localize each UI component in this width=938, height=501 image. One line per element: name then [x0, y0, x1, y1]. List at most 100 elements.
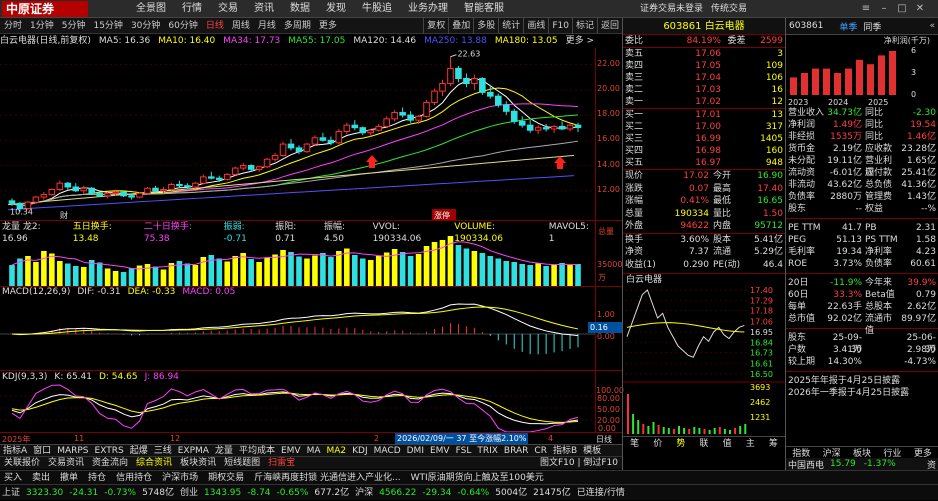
mini-tab-4[interactable]: 值 — [716, 436, 739, 449]
maximize-icon[interactable]: □ — [896, 3, 908, 15]
trade-link-4[interactable]: 信用持仓 — [116, 471, 152, 485]
bottom-tab-6[interactable]: 扫雷宝 — [268, 457, 295, 470]
perf-value: 22.63手 — [827, 302, 862, 312]
period-2[interactable]: 5分钟 — [62, 18, 86, 34]
indicator-tab-19[interactable]: CR — [534, 445, 547, 457]
chart-tool-0[interactable]: 复权 — [423, 18, 448, 34]
profit-year-label: 2024 — [828, 98, 848, 107]
indicator-tab-12[interactable]: KDJ — [352, 445, 368, 457]
period-4[interactable]: 30分钟 — [131, 18, 160, 34]
sh-label[interactable]: 上证 — [2, 485, 20, 501]
trade-link-3[interactable]: 持仓 — [88, 471, 106, 485]
period-3[interactable]: 15分钟 — [93, 18, 122, 34]
indicator-tab-20[interactable]: 指标B — [553, 445, 577, 457]
chart-tool-3[interactable]: 统计 — [498, 18, 523, 34]
kdj-chart[interactable] — [0, 384, 595, 432]
bottom-tab-4[interactable]: 板块资讯 — [180, 457, 216, 470]
mini-tab-2[interactable]: 势 — [669, 436, 692, 449]
classic-trade-link[interactable]: 传统交易 — [711, 0, 747, 18]
trade-login-link[interactable]: 证券交易未登录 — [640, 0, 703, 18]
period-10[interactable]: 更多 — [319, 18, 337, 34]
volume-chart[interactable] — [0, 232, 595, 286]
f10-tabs[interactable]: 图文F10 | 倒过F10 — [540, 457, 618, 470]
indicator-tab-4[interactable]: 起爆 — [130, 445, 148, 457]
indicator-tab-14[interactable]: DMI — [407, 445, 424, 457]
mini-tab-6[interactable]: 筹 — [762, 436, 785, 449]
bottom-tab-0[interactable]: 关联报价 — [4, 457, 40, 470]
indicator-tab-11[interactable]: MA2 — [326, 445, 346, 457]
trade-link-1[interactable]: 卖出 — [32, 471, 50, 485]
indicator-tab-16[interactable]: FSL — [456, 445, 472, 457]
mini-tab-5[interactable]: 主 — [739, 436, 762, 449]
period-9[interactable]: 多周期 — [284, 18, 311, 34]
period-1[interactable]: 1分钟 — [30, 18, 54, 34]
period-5[interactable]: 60分钟 — [168, 18, 197, 34]
trade-link-8[interactable]: WTI原油期货向上触及至100美元 — [411, 471, 544, 485]
trade-link-0[interactable]: 买入 — [4, 471, 22, 485]
chart-tool-4[interactable]: 画线 — [523, 18, 548, 34]
indicator-tab-18[interactable]: BRAR — [504, 445, 528, 457]
indicator-tab-1[interactable]: 窗口 — [33, 445, 51, 457]
mini-tab-3[interactable]: 联 — [692, 436, 715, 449]
chart-tool-6[interactable]: 标记 — [571, 18, 597, 34]
bottom-tab-3[interactable]: 综合资讯 — [136, 457, 172, 470]
indicator-tab-10[interactable]: MA — [307, 445, 321, 457]
chart-tool-1[interactable]: 叠加 — [448, 18, 473, 34]
macd-chart[interactable] — [0, 298, 595, 370]
menu-item-4[interactable]: 数据 — [290, 0, 310, 18]
tab-same-quarter[interactable]: 同季 — [863, 20, 881, 33]
pe-label-2: 净利率 — [865, 247, 893, 257]
mini-tab-1[interactable]: 价 — [646, 436, 669, 449]
indicator-tab-21[interactable]: 模板 — [583, 445, 601, 457]
menu-icon[interactable]: ≡ — [860, 3, 872, 15]
menu-item-5[interactable]: 发现 — [326, 0, 346, 18]
bottom-tab-5[interactable]: 短线题图 — [224, 457, 260, 470]
indicator-tab-15[interactable]: EMV — [430, 445, 450, 457]
stat-label: 现价 — [625, 171, 644, 181]
close-icon[interactable]: ✕ — [914, 3, 926, 15]
bottom-tab-2[interactable]: 资金流向 — [92, 457, 128, 470]
period-0[interactable]: 分时 — [4, 18, 22, 34]
period-8[interactable]: 月线 — [258, 18, 276, 34]
intraday-mini-chart[interactable]: 17.4017.29 17.18 17.0616.9516.84 16.73 16.61… — [623, 286, 785, 436]
candlestick-chart[interactable]: 22.63 10.34 财 涨停 — [0, 48, 595, 220]
volume-bar — [543, 266, 549, 286]
mini-tab-0[interactable]: 笔 — [623, 436, 646, 449]
menu-item-0[interactable]: 全景图 — [136, 0, 166, 18]
cy-label[interactable]: 创业 — [180, 485, 198, 501]
indicator-tab-8[interactable]: 平均成本 — [239, 445, 275, 457]
menu-item-1[interactable]: 行情 — [182, 0, 202, 18]
menu-item-8[interactable]: 智能客服 — [464, 0, 504, 18]
indicator-tab-17[interactable]: TRIX — [477, 445, 498, 457]
indicator-tab-7[interactable]: 龙量 — [215, 445, 233, 457]
indicator-tab-13[interactable]: MACD — [374, 445, 401, 457]
trade-link-7[interactable]: 斤海峡再度封锁 光通信进入产业化... — [254, 471, 400, 485]
ma-more-link[interactable]: 更多 > — [566, 34, 594, 48]
trade-link-6[interactable]: 期权交易 — [208, 471, 244, 485]
trade-link-5[interactable]: 沪深市场 — [162, 471, 198, 485]
chart-tool-2[interactable]: 多股 — [473, 18, 498, 34]
indicator-tab-5[interactable]: 三线 — [154, 445, 172, 457]
trade-link-2[interactable]: 撤单 — [60, 471, 78, 485]
collapse-icon[interactable]: « — [929, 21, 935, 31]
menu-item-7[interactable]: 业务办理 — [408, 0, 448, 18]
period-6[interactable]: 日线 — [206, 18, 224, 34]
chart-tool-7[interactable]: 返回 — [596, 18, 622, 34]
indicator-tab-0[interactable]: 指标A — [3, 445, 27, 457]
hs-label[interactable]: 沪深 — [355, 485, 373, 501]
indicator-tab-9[interactable]: EMV — [281, 445, 301, 457]
fin-row-0: 营业收入 34.73亿 同比 -2.30 — [786, 107, 938, 119]
menu-item-2[interactable]: 交易 — [218, 0, 238, 18]
menu-item-6[interactable]: 牛股追 — [362, 0, 392, 18]
minimize-icon[interactable]: – — [878, 3, 890, 15]
tab-single-quarter[interactable]: 单季 — [839, 20, 857, 33]
period-7[interactable]: 周线 — [232, 18, 250, 34]
indicator-tab-2[interactable]: MARPS — [57, 445, 88, 457]
bottom-tab-1[interactable]: 交易资讯 — [48, 457, 84, 470]
indicator-tab-6[interactable]: EXPMA — [178, 445, 209, 457]
ticker-name[interactable]: 中国西电 — [788, 458, 824, 471]
indicator-tab-3[interactable]: EXTRS — [95, 445, 124, 457]
ticker-info-tab[interactable]: 资 — [927, 458, 936, 471]
menu-item-3[interactable]: 资讯 — [254, 0, 274, 18]
chart-tool-5[interactable]: F10 — [548, 18, 572, 34]
